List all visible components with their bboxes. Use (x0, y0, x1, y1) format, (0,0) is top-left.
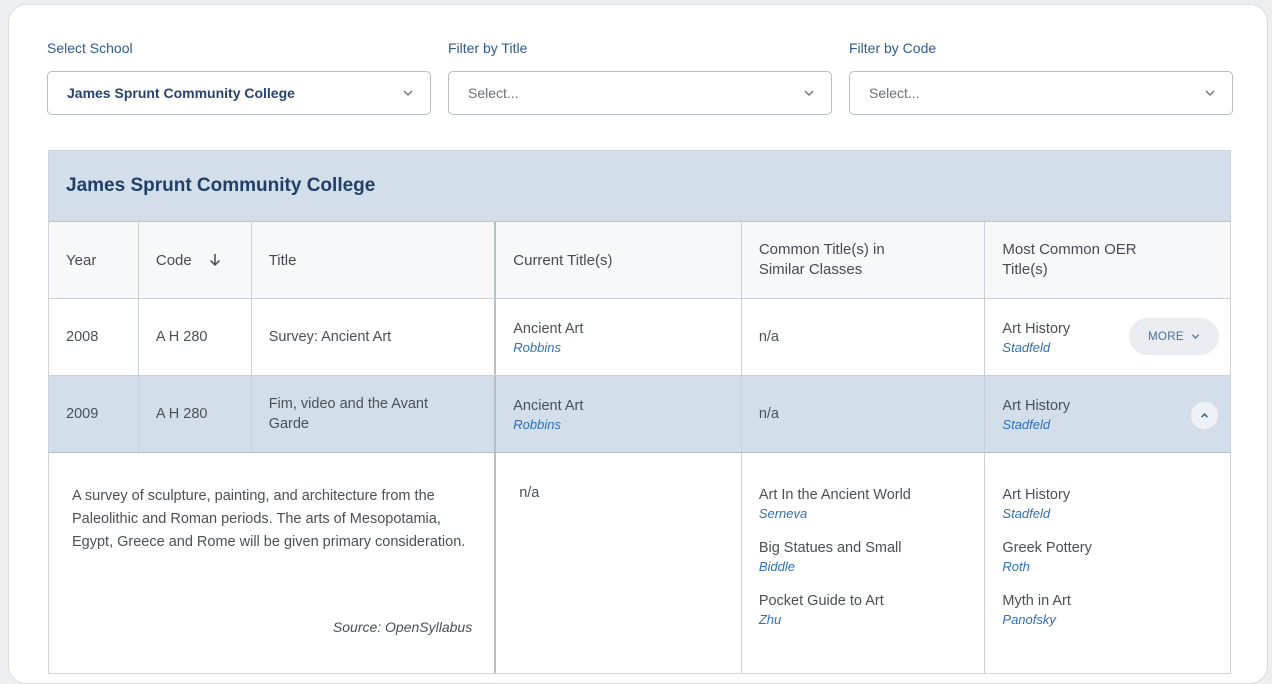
book-title: Art In the Ancient World (758, 487, 911, 503)
list-item: Big Statues and Small Biddle (759, 538, 968, 575)
column-header-common-titles[interactable]: Common Title(s) in Similar Classes (742, 222, 986, 298)
list-item: Pocket Guide to Art Zhu (759, 591, 968, 628)
column-header-label: Common Title(s) in Similar Classes (758, 241, 885, 278)
book-title: Greek Pottery (1002, 540, 1092, 556)
current-title-cell: Ancient Art Robbins (496, 376, 742, 452)
code-select[interactable]: Select... (849, 71, 1233, 115)
column-header-oer-titles[interactable]: Most Common OER Title(s) (985, 222, 1230, 298)
list-item: Myth in Art Panofsky (1002, 591, 1213, 628)
table-row-expanded[interactable]: 2009 A H 280 Fim, video and the Avant Ga… (49, 376, 1230, 453)
table-row[interactable]: 2008 A H 280 Survey: Ancient Art Ancient… (49, 299, 1230, 376)
detail-current-titles: n/a (496, 453, 742, 673)
book-title: Ancient Art (513, 320, 584, 337)
book-title: Art History (1002, 397, 1071, 414)
common-title-cell: n/a (742, 299, 986, 375)
more-button-label: MORE (1148, 330, 1184, 343)
current-title-cell: Ancient Art Robbins (496, 299, 742, 375)
code-cell: A H 280 (139, 299, 252, 375)
year-cell: 2009 (49, 376, 139, 452)
collapse-button[interactable] (1191, 402, 1218, 429)
school-filter-label: Select School (47, 40, 133, 56)
code-cell: A H 280 (139, 376, 252, 452)
title-filter-label: Filter by Title (448, 40, 528, 56)
oer-title-cell: Art History Stadfeld MORE (985, 299, 1230, 375)
list-item: Art In the Ancient World Serneva (759, 485, 968, 522)
book-title: Ancient Art (513, 397, 584, 414)
column-header-label: Current Title(s) (513, 251, 613, 269)
book-author-link[interactable]: Robbins (513, 339, 583, 356)
title-text: Fim, video and the Avant Garde (268, 396, 429, 432)
table-header-row: Year Code Title Current Title(s) Common … (49, 222, 1230, 299)
more-button[interactable]: MORE (1129, 318, 1219, 355)
chevron-down-icon (1205, 90, 1215, 96)
column-header-label: Title (268, 251, 297, 269)
year-cell: 2008 (49, 299, 139, 375)
column-header-code[interactable]: Code (139, 222, 252, 298)
book-author-link[interactable]: Zhu (759, 611, 968, 628)
chevron-down-icon (403, 90, 413, 96)
book-author-link[interactable]: Stadfeld (1002, 505, 1213, 522)
detail-oer-titles: Art History Stadfeld Greek Pottery Roth … (985, 453, 1230, 673)
detail-common-titles: Art In the Ancient World Serneva Big Sta… (742, 453, 986, 673)
course-description: A survey of sculpture, painting, and arc… (49, 453, 497, 673)
book-title: Big Statues and Small (758, 540, 902, 556)
title-cell: Fim, video and the Avant Garde (252, 376, 497, 452)
chevron-up-icon (1201, 413, 1208, 418)
book-title: Pocket Guide to Art (758, 593, 884, 609)
book-title: Art History (1002, 487, 1071, 503)
code-select-placeholder: Select... (869, 85, 920, 101)
book-author-link[interactable]: Stadfeld (1002, 416, 1070, 433)
expanded-detail-panel: A survey of sculpture, painting, and arc… (49, 453, 1230, 673)
title-select-placeholder: Select... (468, 85, 519, 101)
school-filter: Select School James Sprunt Community Col… (47, 39, 431, 115)
book-author-link[interactable]: Panofsky (1002, 611, 1213, 628)
book-author-link[interactable]: Serneva (759, 505, 968, 522)
oer-title-cell: Art History Stadfeld (985, 376, 1230, 452)
main-card: Select School James Sprunt Community Col… (8, 4, 1268, 684)
column-header-label: Most Common OER Title(s) (1002, 241, 1137, 278)
title-select[interactable]: Select... (448, 71, 832, 115)
chevron-down-icon (1191, 334, 1199, 340)
sort-down-arrow-icon (209, 254, 220, 267)
column-header-label: Code (155, 251, 192, 269)
title-cell: Survey: Ancient Art (252, 299, 497, 375)
book-author-link[interactable]: Stadfeld (1002, 339, 1070, 356)
book-author-link[interactable]: Robbins (513, 416, 583, 433)
description-text: A survey of sculpture, painting, and arc… (72, 488, 466, 550)
column-header-title[interactable]: Title (252, 222, 497, 298)
courses-table: James Sprunt Community College Year Code… (48, 150, 1231, 674)
school-name-header: James Sprunt Community College (49, 151, 1230, 222)
book-author-link[interactable]: Biddle (759, 558, 968, 575)
book-author-link[interactable]: Roth (1002, 558, 1213, 575)
school-select[interactable]: James Sprunt Community College (47, 71, 431, 115)
book-title: Myth in Art (1002, 593, 1071, 609)
column-header-current-titles[interactable]: Current Title(s) (496, 222, 742, 298)
list-item: Greek Pottery Roth (1002, 538, 1213, 575)
title-filter: Filter by Title Select... (448, 39, 832, 115)
code-filter-label: Filter by Code (849, 40, 937, 56)
chevron-down-icon (804, 90, 814, 96)
column-header-label: Year (66, 251, 97, 269)
common-title-cell: n/a (742, 376, 986, 452)
source-text: Source: OpenSyllabus (332, 619, 473, 635)
column-header-year[interactable]: Year (49, 222, 139, 298)
list-item: Art History Stadfeld (1002, 485, 1213, 522)
code-filter: Filter by Code Select... (849, 39, 1233, 115)
book-title: Art History (1002, 320, 1071, 337)
school-select-value: James Sprunt Community College (67, 85, 295, 101)
